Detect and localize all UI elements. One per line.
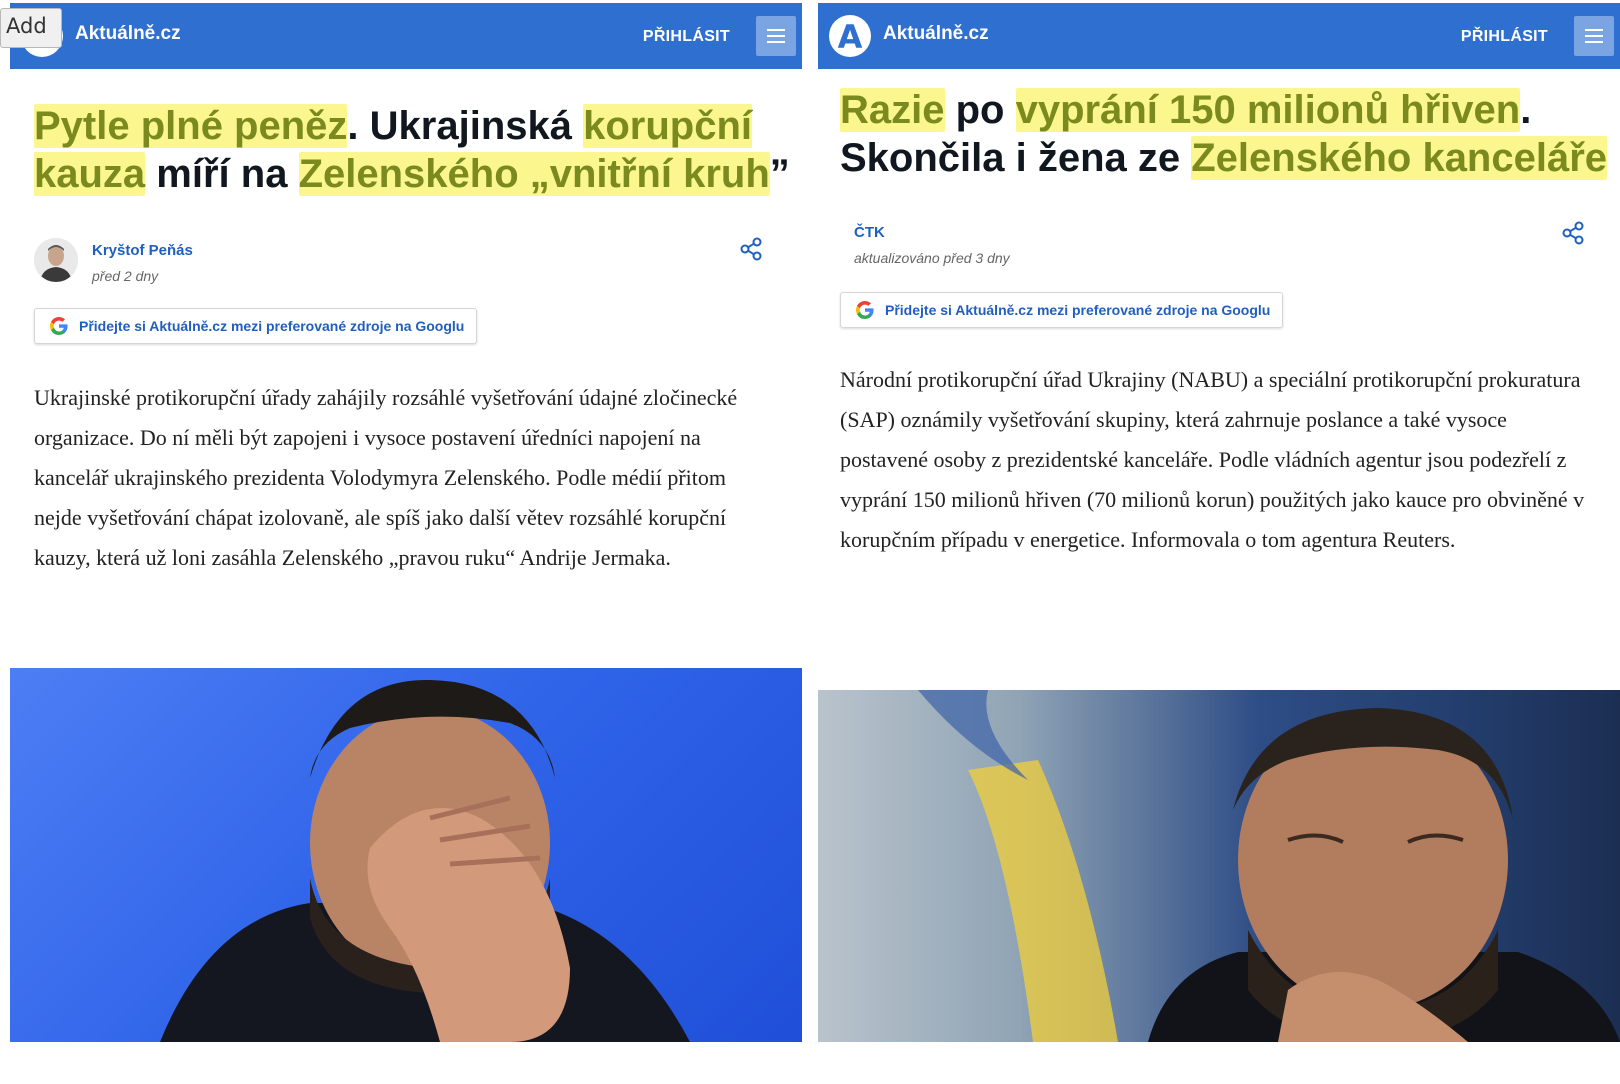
photo-illustration <box>918 690 1620 1042</box>
publish-date: aktualizováno před 3 dny <box>854 250 1010 266</box>
share-icon[interactable] <box>738 236 764 262</box>
headline-segment: po <box>944 88 1016 132</box>
headline-highlight: Zelenského „vnitřní kruh <box>298 152 770 196</box>
author-avatar[interactable] <box>34 238 78 282</box>
google-cta-label: Přidejte si Aktuálně.cz mezi preferované… <box>79 318 465 334</box>
headline-highlight: Zelenského kanceláře <box>1191 136 1608 180</box>
headline-highlight: Razie <box>840 88 945 132</box>
article-perex: Národní protikorupční úřad Ukrajiny (NAB… <box>840 367 1585 552</box>
article-panel-left: A Aktuálně.cz PŘIHLÁSIT Pytle plné peněz… <box>10 0 802 1084</box>
site-header: A Aktuálně.cz PŘIHLÁSIT <box>10 3 802 69</box>
google-cta-label: Přidejte si Aktuálně.cz mezi preferované… <box>885 302 1271 318</box>
headline-highlight: Pytle plné peněz <box>34 104 348 148</box>
site-brand[interactable]: Aktuálně.cz <box>883 23 989 45</box>
google-preferred-source-button[interactable]: Přidejte si Aktuálně.cz mezi preferované… <box>840 292 1284 328</box>
author-name[interactable]: ČTK <box>854 224 885 241</box>
site-logo[interactable]: A <box>829 15 871 57</box>
hamburger-icon <box>1585 29 1603 31</box>
article-headline: Razie po vyprání 150 milionů hřiven. Sko… <box>840 86 1610 182</box>
site-brand[interactable]: Aktuálně.cz <box>75 23 181 45</box>
google-g-icon <box>50 317 68 335</box>
login-button[interactable]: PŘIHLÁSIT <box>1461 28 1548 46</box>
headline-segment: míří na <box>145 152 299 196</box>
publish-date: před 2 dny <box>92 268 159 284</box>
headline-segment: . Ukrajinská <box>347 104 584 148</box>
author-name[interactable]: Kryštof Peňás <box>92 242 193 259</box>
google-preferred-source-button[interactable]: Přidejte si Aktuálně.cz mezi preferované… <box>34 308 478 344</box>
headline-highlight: vyprání 150 milionů hřiven <box>1015 88 1521 132</box>
article-panel-right: A Aktuálně.cz PŘIHLÁSIT Razie po vyprání… <box>818 0 1620 1084</box>
site-header: A Aktuálně.cz PŘIHLÁSIT <box>818 3 1620 69</box>
article-photo[interactable] <box>818 690 1620 1042</box>
photo-illustration <box>160 679 690 1042</box>
add-button[interactable]: Add <box>0 8 62 48</box>
article-headline: Pytle plné peněz. Ukrajinská korupční ka… <box>34 102 794 198</box>
headline-segment: ” <box>769 152 790 196</box>
google-g-icon <box>856 301 874 319</box>
share-icon[interactable] <box>1560 220 1586 246</box>
login-button[interactable]: PŘIHLÁSIT <box>643 28 730 46</box>
article-photo[interactable] <box>10 668 802 1042</box>
menu-button[interactable] <box>756 16 796 56</box>
article-perex: Ukrajinské protikorupční úřady zahájily … <box>34 385 738 570</box>
hamburger-icon <box>767 29 785 31</box>
menu-button[interactable] <box>1574 16 1614 56</box>
